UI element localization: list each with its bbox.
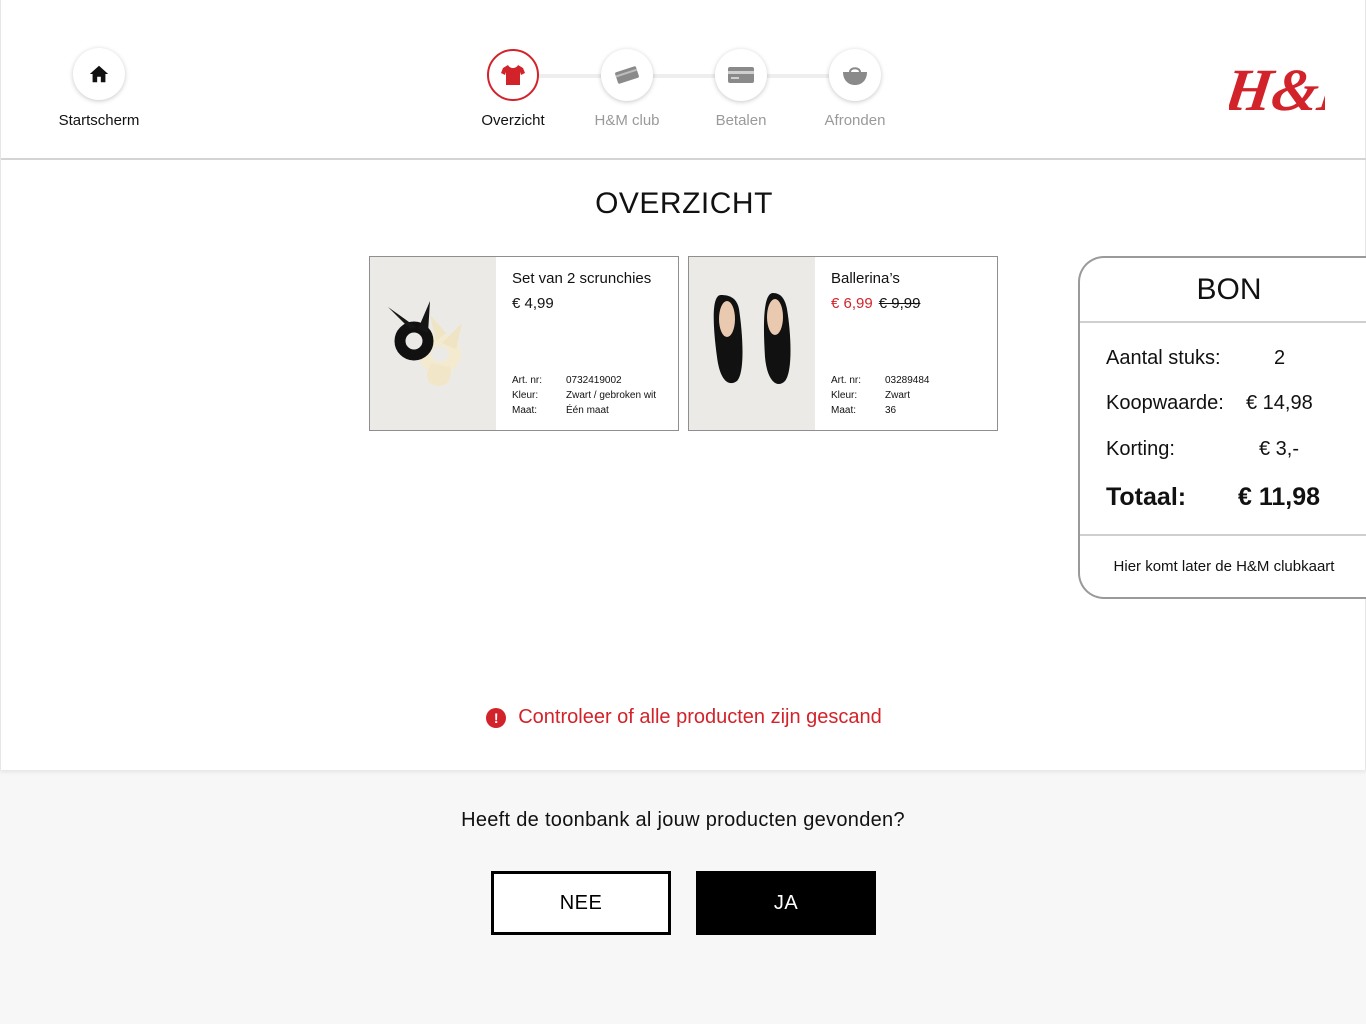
- product-name: Set van 2 scrunchies: [512, 270, 652, 287]
- product-card[interactable]: Ballerina’s € 6,99 € 9,99 Art. nr: 0328948…: [688, 256, 998, 431]
- meta-key: Art. nr:: [512, 375, 543, 386]
- meta-key: Art. nr:: [831, 375, 862, 386]
- product-image: [689, 257, 815, 430]
- meta-value: Één maat: [566, 405, 609, 416]
- product-card[interactable]: Set van 2 scrunchies € 4,99 Art. nr: 0732…: [369, 256, 679, 431]
- product-meta: Art. nr: 0732419002 Kleur: Zwart / gebroke…: [512, 373, 656, 418]
- receipt-value-discount: € 3,-: [1259, 438, 1300, 460]
- product-price: € 4,99: [512, 295, 554, 312]
- main-panel: Startscherm Overzicht H&M club Betalen A…: [0, 0, 1366, 770]
- meta-value: Zwart: [885, 390, 910, 401]
- receipt-panel: BON Aantal stuks: 2 Koopwaarde: € 14,98 …: [1078, 256, 1366, 599]
- logo-text: H&M: [1229, 57, 1325, 122]
- step-connector: [767, 74, 829, 78]
- receipt-label-discount: Korting:: [1106, 438, 1175, 460]
- step-hm-club[interactable]: [601, 49, 653, 101]
- meta-value: 36: [885, 405, 897, 416]
- receipt-label-quantity: Aantal stuks:: [1106, 347, 1221, 369]
- product-meta: Art. nr: 03289484 Kleur: Zwart Maat: 36: [831, 373, 930, 418]
- confirm-question: Heeft de toonbank al jouw producten gevo…: [461, 809, 905, 831]
- page-title: OVERZICHT: [595, 187, 773, 220]
- step-connector: [653, 74, 715, 78]
- meta-value: Zwart / gebroken wit: [566, 390, 657, 401]
- receipt-title: BON: [1080, 258, 1366, 323]
- step-afronden[interactable]: [829, 49, 881, 101]
- home-button[interactable]: [73, 48, 125, 100]
- meta-key: Maat:: [831, 405, 857, 416]
- product-price: € 6,99 € 9,99: [831, 295, 997, 312]
- receipt-value-quantity: 2: [1274, 347, 1286, 369]
- meta-key: Kleur:: [512, 390, 539, 401]
- step-betalen[interactable]: [715, 49, 767, 101]
- receipt-value-total: € 11,98: [1238, 483, 1321, 511]
- meta-value: 03289484: [885, 375, 930, 386]
- exclamation-icon: !: [486, 707, 507, 728]
- meta-key: Maat:: [512, 405, 538, 416]
- header: Startscherm Overzicht H&M club Betalen A…: [1, 0, 1366, 160]
- card-icon: [615, 66, 639, 84]
- old-price: € 9,99: [878, 295, 921, 312]
- meta-value: 0732419002: [566, 375, 622, 386]
- warning-text: Controleer of alle producten zijn gescan…: [518, 706, 882, 728]
- credit-card-icon: [728, 67, 754, 83]
- receipt-label-subtotal: Koopwaarde:: [1106, 392, 1224, 414]
- tshirt-icon: [501, 65, 525, 85]
- sale-price: € 6,99: [831, 295, 873, 312]
- step-connector: [539, 74, 601, 78]
- club-card-note: Hier komt later de H&M clubkaart: [1113, 558, 1335, 575]
- basket-icon: [843, 67, 867, 85]
- hm-logo[interactable]: H&M: [1229, 52, 1325, 122]
- receipt-label-total: Totaal:: [1106, 483, 1187, 511]
- ballerina-image: [713, 293, 791, 384]
- step-label-afronden: Afronden: [824, 112, 886, 129]
- scan-warning: ! Controleer of alle producten zijn gesc…: [1, 706, 1366, 729]
- receipt-divider: [1080, 534, 1366, 536]
- home-label: Startscherm: [58, 112, 140, 129]
- meta-key: Kleur:: [831, 390, 858, 401]
- step-overzicht[interactable]: [487, 49, 539, 101]
- product-image: [370, 257, 496, 430]
- product-name: Ballerina’s: [831, 270, 900, 287]
- yes-button[interactable]: JA: [696, 871, 876, 935]
- receipt-value-subtotal: € 14,98: [1246, 392, 1313, 414]
- scrunchie-image: [388, 301, 462, 387]
- home-icon: [89, 65, 109, 83]
- no-button[interactable]: NEE: [491, 871, 671, 935]
